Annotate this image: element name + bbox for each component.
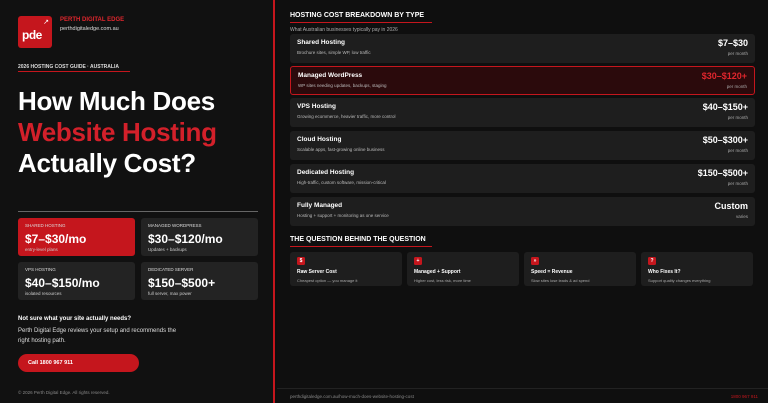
right-panel: HOSTING COST BREAKDOWN BY TYPE What Aust… [277, 0, 768, 403]
quick-card-label: SHARED HOSTING [25, 223, 66, 228]
question-card-head: Speed = Revenue [531, 269, 573, 275]
question-card-body: Slow sites lose leads & ad spend [531, 278, 590, 283]
brand-logo[interactable]: pde ↗ [18, 16, 52, 48]
divider [18, 211, 258, 212]
quick-card-sub: Updates + backups [148, 247, 187, 252]
row-price: $30–$120+ [701, 71, 747, 81]
fast-forward-icon: » [531, 257, 539, 265]
question-card-head: Managed + Support [414, 269, 461, 275]
question-card-body: Cheapest option — you manage it [297, 278, 358, 283]
quick-card-managed-wordpress: MANAGED WORDPRESS $30–$120/mo Updates + … [141, 218, 258, 256]
footer-divider [277, 388, 768, 389]
row-price: $7–$30 [717, 38, 748, 48]
footer-phone[interactable]: 1800 967 911 [731, 394, 758, 399]
row-unit: varies [735, 214, 748, 219]
quick-card-value: $7–$30/mo [25, 232, 87, 246]
quick-card-label: DEDICATED SERVER [148, 267, 194, 272]
call-button[interactable]: Call 1800 967 911 [18, 354, 139, 372]
question-card-body: Support quality changes everything [648, 278, 711, 283]
question-card-who-fixes: ? Who Fixes It? Support quality changes … [641, 252, 753, 286]
footer-url[interactable]: perthdigitaledge.com.au/how-much-does-we… [290, 394, 414, 399]
quick-card-sub: full server, max power [148, 291, 192, 296]
question-title: THE QUESTION BEHIND THE QUESTION [290, 236, 426, 243]
cta-question: Not sure what your site actually needs? [18, 316, 132, 322]
cost-row-shared: Shared Hosting Brochure sites, simple WP… [290, 34, 755, 63]
cost-row-fully-managed: Fully Managed Hosting + support + monito… [290, 197, 755, 226]
headline-line-1: How Much Does [18, 86, 215, 116]
quick-card-vps: VPS HOSTING $40–$150/mo isolated resourc… [18, 262, 135, 300]
headline-line-3: Actually Cost? [18, 148, 196, 178]
row-desc: WP sites needing updates, backups, stagi… [298, 83, 387, 88]
row-unit: per month [727, 51, 748, 56]
row-unit: per month [727, 115, 748, 120]
guide-underline [18, 71, 130, 72]
quick-card-shared: SHARED HOSTING $7–$30/mo entry-level pla… [18, 218, 135, 256]
breakdown-title-underline [290, 22, 432, 23]
cost-row-cloud: Cloud Hosting Scalable apps, fast-growin… [290, 131, 755, 160]
quick-card-value: $40–$150/mo [25, 276, 100, 290]
guide-label: 2026 HOSTING COST GUIDE · AUSTRALIA [18, 64, 119, 70]
cta-description: Perth Digital Edge reviews your setup an… [18, 328, 177, 344]
row-unit: per month [727, 181, 748, 186]
question-card-managed-support: + Managed + Support Higher cost, less ri… [407, 252, 519, 286]
logo-text: pde [22, 28, 42, 42]
question-card-raw-cost: $ Raw Server Cost Cheapest option — you … [290, 252, 402, 286]
row-title: Dedicated Hosting [297, 169, 355, 176]
question-mark-icon: ? [648, 257, 656, 265]
quick-card-value: $30–$120/mo [148, 232, 223, 246]
row-unit: per month [727, 148, 748, 153]
row-price: Custom [714, 201, 749, 211]
left-panel: pde ↗ PERTH DIGITAL EDGE perthdigitaledg… [0, 0, 275, 403]
brand-name: PERTH DIGITAL EDGE [60, 17, 125, 23]
breakdown-title: HOSTING COST BREAKDOWN BY TYPE [290, 12, 425, 19]
question-card-body: Higher cost, less risk, more time [414, 278, 471, 283]
row-title: Cloud Hosting [297, 136, 342, 143]
quick-card-sub: isolated resources [25, 291, 62, 296]
quick-card-label: MANAGED WORDPRESS [148, 223, 202, 228]
row-price: $40–$150+ [702, 102, 748, 112]
brand-url[interactable]: perthdigitaledge.com.au [60, 26, 119, 32]
row-desc: Brochure sites, simple WP, low traffic [297, 50, 371, 55]
page-title: How Much Does Website Hosting Actually C… [18, 86, 217, 179]
row-title: VPS Hosting [297, 103, 337, 110]
question-card-speed: » Speed = Revenue Slow sites lose leads … [524, 252, 636, 286]
row-desc: Growing ecommerce, heavier traffic, more… [297, 114, 396, 119]
quick-card-dedicated: DEDICATED SERVER $150–$500+ full server,… [141, 262, 258, 300]
copyright: © 2026 Perth Digital Edge. All rights re… [18, 390, 110, 395]
row-price: $50–$300+ [702, 135, 748, 145]
cost-row-managed-wordpress: Managed WordPress WP sites needing updat… [290, 66, 755, 95]
quick-card-label: VPS HOSTING [25, 267, 56, 272]
plus-icon: + [414, 257, 422, 265]
question-card-head: Who Fixes It? [648, 269, 681, 275]
row-price: $150–$500+ [697, 168, 748, 178]
row-title: Shared Hosting [297, 39, 346, 46]
question-card-head: Raw Server Cost [297, 269, 337, 275]
dollar-icon: $ [297, 257, 305, 265]
arrow-icon: ↗ [43, 19, 49, 26]
row-desc: Hosting + support + monitoring as one se… [297, 213, 389, 218]
question-title-underline [290, 246, 432, 247]
row-desc: High-traffic, custom software, mission-c… [297, 180, 386, 185]
row-desc: Scalable apps, fast-growing online busin… [297, 147, 385, 152]
row-title: Managed WordPress [298, 72, 363, 79]
row-title: Fully Managed [297, 202, 343, 209]
row-unit: per month [726, 84, 747, 89]
quick-card-sub: entry-level plans [25, 247, 58, 252]
headline-line-2: Website Hosting [18, 117, 217, 147]
breakdown-subtitle: What Australian businesses typically pay… [290, 27, 398, 33]
cost-row-dedicated: Dedicated Hosting High-traffic, custom s… [290, 164, 755, 193]
cost-row-vps: VPS Hosting Growing ecommerce, heavier t… [290, 98, 755, 127]
quick-card-value: $150–$500+ [148, 276, 216, 290]
